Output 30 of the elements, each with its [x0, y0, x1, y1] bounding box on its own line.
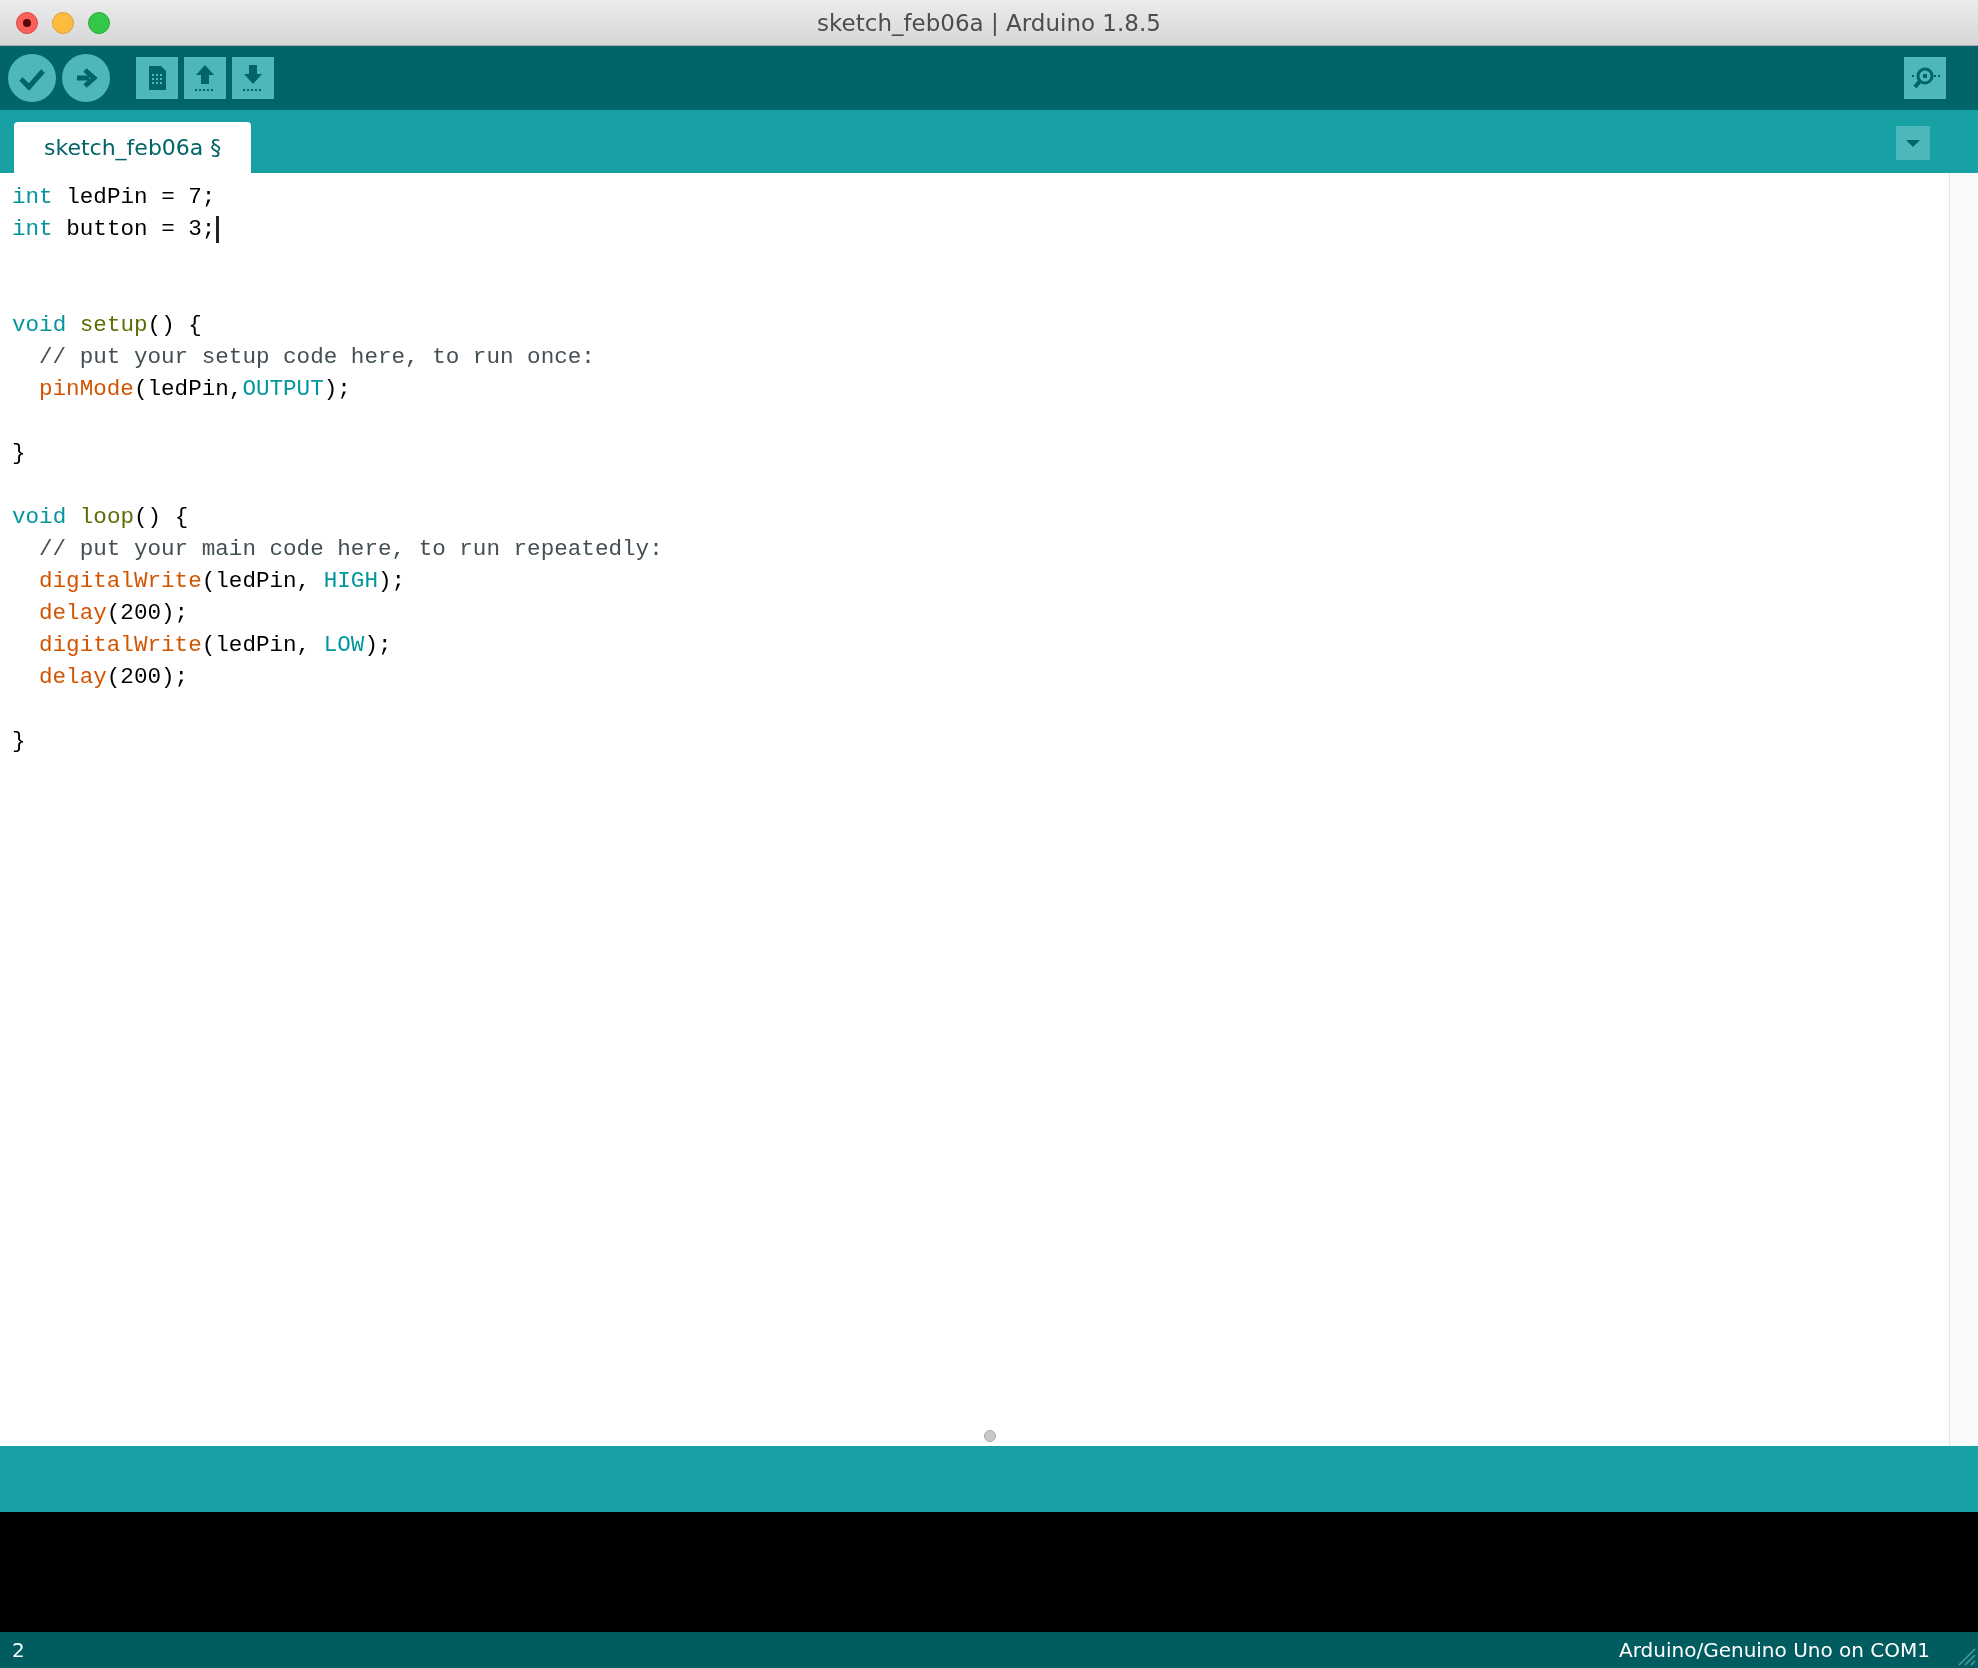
divider-handle[interactable] — [984, 1430, 996, 1442]
upload-button[interactable] — [62, 54, 110, 102]
close-button[interactable] — [16, 12, 38, 34]
tab-menu-button[interactable] — [1896, 126, 1930, 160]
save-button[interactable] — [232, 57, 274, 99]
code-line: digitalWrite(ledPin, LOW); — [38, 631, 392, 660]
zoom-button[interactable] — [88, 12, 110, 34]
open-button[interactable] — [184, 57, 226, 99]
file-tab[interactable]: sketch_feb06a § — [14, 122, 252, 173]
code-line: delay(200); — [38, 599, 189, 628]
window-title: sketch_feb06a | Arduino 1.8.5 — [817, 9, 1161, 36]
code-line: } — [12, 439, 26, 468]
code-line: delay(200); — [38, 663, 189, 692]
code-line: digitalWrite(ledPin, HIGH); — [38, 567, 406, 596]
code-line: pinMode(ledPin,OUTPUT); — [38, 375, 351, 404]
serial-monitor-button[interactable] — [1904, 57, 1946, 99]
code-line: // put your setup code here, to run once: — [38, 343, 595, 372]
minimize-button[interactable] — [52, 12, 74, 34]
code-line: int button = 3; — [12, 213, 220, 245]
line-number: 2 — [12, 1638, 25, 1662]
board-port-label: Arduino/Genuino Uno on COM1 — [1619, 1638, 1930, 1662]
text-cursor — [216, 215, 220, 243]
code-line: } — [12, 727, 26, 756]
code-line: // put your main code here, to run repeatedly: — [38, 535, 663, 564]
code-line: int ledPin = 7; — [12, 183, 216, 212]
code-line: void setup() { — [12, 311, 202, 340]
caret-icon — [1906, 139, 1920, 147]
verify-button[interactable] — [8, 54, 56, 102]
code-line: void loop() { — [12, 503, 189, 532]
new-button[interactable] — [136, 57, 178, 99]
